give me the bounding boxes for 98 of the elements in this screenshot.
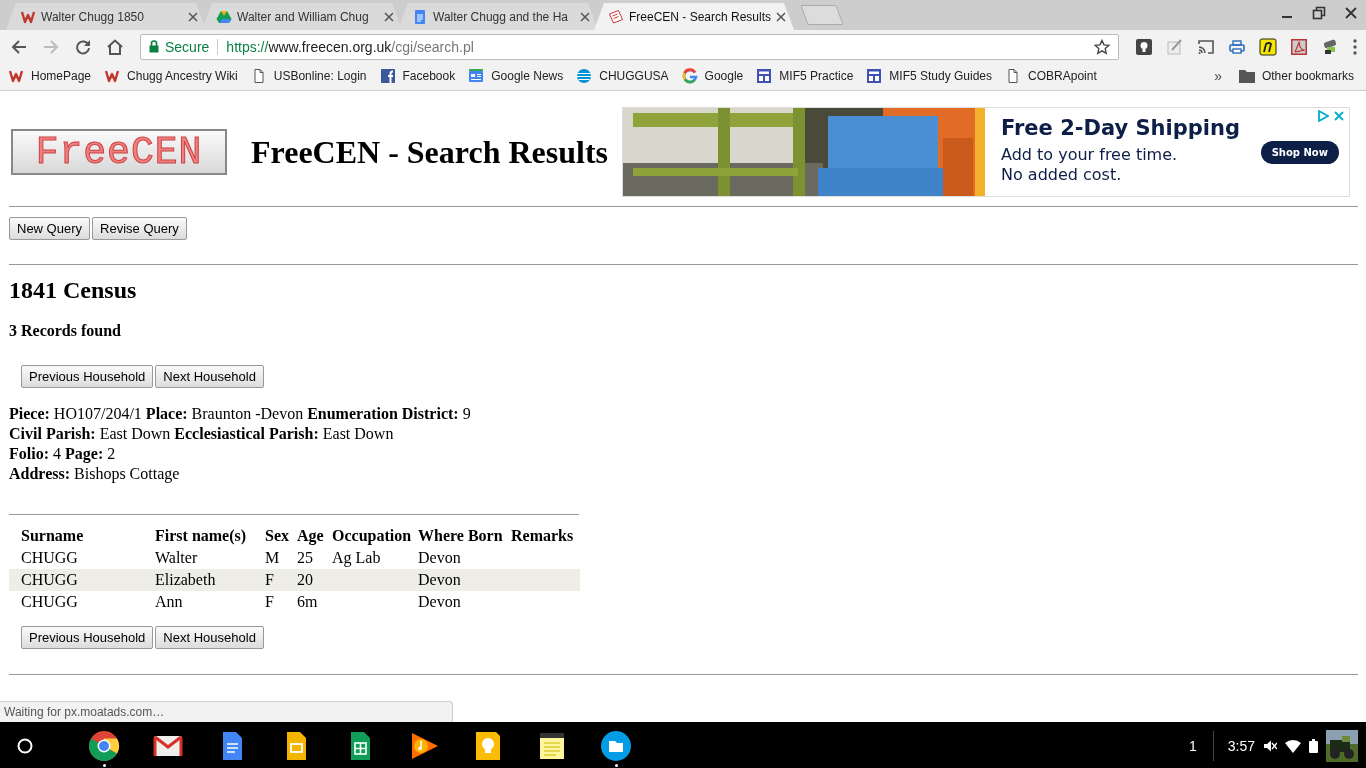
detail-line: Piece: HO107/204/1 Place: Braunton -Devon Enumeration District: 9 xyxy=(9,404,472,424)
muted-speaker-icon xyxy=(1263,739,1277,753)
bookmark-item[interactable]: Chugg Ancestry Wiki xyxy=(104,67,238,84)
column-header: Surname xyxy=(9,525,155,547)
table-cell: Devon xyxy=(418,571,461,588)
bookmark-item[interactable]: USBonline: Login xyxy=(250,67,367,84)
wifi-icon xyxy=(1285,739,1301,753)
paper-icon xyxy=(608,8,624,25)
column-header: Where Born xyxy=(418,525,511,547)
triangle-logo-icon xyxy=(216,8,232,25)
close-icon[interactable] xyxy=(188,11,198,22)
ad-headline: Free 2-Day Shipping xyxy=(1001,116,1241,140)
launcher-icon[interactable] xyxy=(16,737,34,755)
detail-line: Folio: 4 Page: 2 xyxy=(9,444,117,464)
back-icon[interactable] xyxy=(10,37,28,56)
chrome-logo-icon[interactable] xyxy=(88,730,120,762)
browser-tab[interactable]: Walter and William Chug xyxy=(202,3,402,30)
newspaper-icon xyxy=(468,67,485,84)
table-cell: F xyxy=(265,593,274,610)
clock-time[interactable]: 3:57 xyxy=(1227,738,1255,754)
bookmark-item[interactable]: COBRApoint xyxy=(1005,67,1097,84)
column-header: Sex xyxy=(265,525,297,547)
bookmark-item[interactable]: HomePage xyxy=(8,67,92,84)
square-logo-icon xyxy=(379,67,396,84)
table-cell: 20 xyxy=(297,571,313,588)
table-cell: Devon xyxy=(418,549,461,566)
button[interactable]: Revise Query xyxy=(92,217,187,240)
lock-icon xyxy=(149,40,159,53)
cast-icon[interactable] xyxy=(1197,37,1215,56)
table-cell: CHUGG xyxy=(21,593,78,610)
printer-icon[interactable] xyxy=(1228,37,1246,56)
table-cell: CHUGG xyxy=(21,571,78,588)
detail-line: Address: Bishops Cottage xyxy=(9,464,181,484)
button[interactable]: New Query xyxy=(9,217,91,240)
census-heading: 1841 Census xyxy=(9,276,138,304)
bookmark-folder[interactable]: Other bookmarks xyxy=(1238,68,1354,83)
table-cell: Devon xyxy=(418,593,461,610)
bookmark-item[interactable]: Google xyxy=(681,67,744,84)
browser-tab[interactable]: Walter Chugg 1850 xyxy=(6,3,206,30)
detail-line: Civil Parish: East Down Ecclesiastical Parish: East Down xyxy=(9,424,395,444)
play-triangle-icon[interactable] xyxy=(1317,110,1329,122)
secure-label: Secure xyxy=(165,38,210,55)
bookmark-item[interactable]: Google News xyxy=(468,67,564,84)
lightbulb-icon[interactable] xyxy=(1135,37,1153,56)
column-header: Remarks xyxy=(511,526,575,546)
close-icon[interactable] xyxy=(384,11,394,22)
bookmark-item[interactable]: CHUGGUSA xyxy=(576,67,669,84)
column-header: Age xyxy=(297,525,332,547)
advertisement-banner[interactable]: Free 2-Day Shipping Add to your free time. No added cost. Shop Now xyxy=(622,107,1350,197)
layout-icon xyxy=(756,67,773,84)
table-cell: 25 xyxy=(297,549,313,566)
records-count: 3 Records found xyxy=(9,321,122,341)
close-icon[interactable] xyxy=(776,11,787,22)
table-cell: Walter xyxy=(155,549,198,566)
document-icon xyxy=(412,8,428,25)
star-icon[interactable] xyxy=(1094,38,1110,55)
shop-now-button[interactable]: Shop Now xyxy=(1260,141,1339,164)
table-cell: Ann xyxy=(155,593,183,610)
column-header: First name(s) xyxy=(155,525,265,547)
table-cell: F xyxy=(265,571,274,588)
button[interactable]: Previous Household xyxy=(21,365,154,388)
restore-icon[interactable] xyxy=(1312,6,1326,20)
column-header: Occupation xyxy=(332,525,418,547)
extension-icon[interactable] xyxy=(1259,37,1277,56)
browser-tab[interactable]: Walter Chugg and the Ha xyxy=(398,3,598,30)
table-cell: M xyxy=(265,549,280,566)
bookmark-item[interactable]: MIF5 Practice xyxy=(756,67,854,84)
ad-text: Add to your free time. xyxy=(1001,145,1178,165)
url-text: https://www.freecen.org.uk/cgi/search.pl xyxy=(226,38,475,55)
folder-icon xyxy=(1238,68,1255,83)
globe-icon xyxy=(576,67,593,84)
address-bar[interactable]: Secure https://www.freecen.org.uk/cgi/search.pl xyxy=(140,33,1119,60)
multicolor-ring-icon xyxy=(681,67,698,84)
close-icon[interactable] xyxy=(1344,6,1358,20)
bookmark-item[interactable]: MIF5 Study Guides xyxy=(866,67,993,84)
button[interactable]: Next Household xyxy=(155,626,264,649)
ad-text: No added cost. xyxy=(1001,165,1122,185)
table-cell: Ag Lab xyxy=(332,549,381,566)
button[interactable]: Previous Household xyxy=(21,626,154,649)
button[interactable]: Next Household xyxy=(155,365,264,388)
layout-icon xyxy=(866,67,883,84)
menu-icon[interactable] xyxy=(1352,37,1358,56)
home-icon[interactable] xyxy=(106,37,124,56)
notification-count[interactable]: 1 xyxy=(1188,738,1197,754)
paint-roller-icon[interactable] xyxy=(1321,37,1339,56)
overflow-chevron[interactable]: » xyxy=(1214,67,1222,84)
battery-icon xyxy=(1309,739,1318,753)
page-title: FreeCEN - Search Results xyxy=(251,133,608,171)
folder-icon[interactable] xyxy=(600,730,632,762)
bookmark-item[interactable]: Facebook xyxy=(379,67,456,84)
table-cell: 6m xyxy=(297,593,318,610)
reload-icon[interactable] xyxy=(74,37,92,56)
status-bubble: Waiting for px.moatads.com… xyxy=(0,701,453,722)
browser-tab[interactable]: FreeCEN - Search Results xyxy=(594,3,794,30)
table-cell: Elizabeth xyxy=(155,571,216,588)
table-cell: CHUGG xyxy=(21,549,78,566)
pdf-icon[interactable] xyxy=(1290,37,1308,56)
close-icon[interactable] xyxy=(580,11,590,22)
